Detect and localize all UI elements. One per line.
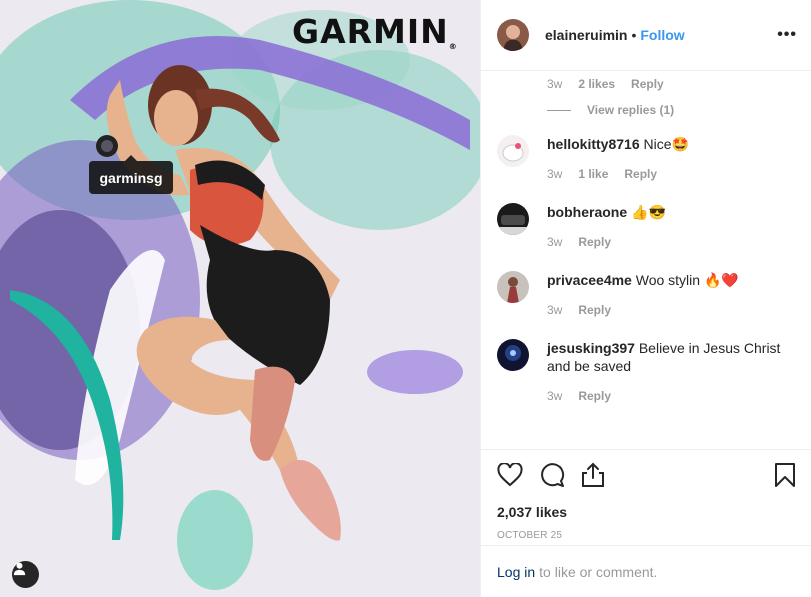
user-tag-bubble[interactable]: garminsg: [89, 155, 173, 194]
comment-likes[interactable]: 1 like: [578, 167, 608, 181]
comment-item: privacee4me Woo stylin 🔥❤️ 3w Reply: [497, 271, 796, 317]
reply-button[interactable]: Reply: [578, 389, 611, 403]
comments-list[interactable]: 3w 2 likes Reply View replies (1) hellok…: [481, 71, 811, 449]
comment-username[interactable]: jesusking397: [547, 340, 635, 356]
comment-text: jesusking397 Believe in Jesus Christ and…: [547, 339, 787, 375]
heart-icon[interactable]: [497, 463, 523, 487]
reply-button[interactable]: Reply: [631, 77, 664, 91]
comment-meta: 3w 1 like Reply: [547, 167, 787, 181]
action-icons: [497, 462, 796, 488]
post-actions: 2,037 likes OCTOBER 25: [481, 449, 811, 545]
comment-body: Woo stylin 🔥❤️: [635, 272, 739, 288]
comment-username[interactable]: privacee4me: [547, 272, 632, 288]
login-prompt: Log in to like or comment.: [481, 545, 811, 597]
comment-meta: 3w Reply: [547, 235, 787, 249]
avatar-image: [497, 19, 529, 51]
comment-username[interactable]: bobheraone: [547, 204, 627, 220]
person-icon[interactable]: [12, 561, 39, 588]
comment-item: jesusking397 Believe in Jesus Christ and…: [497, 339, 796, 403]
post-image-artwork: [0, 0, 480, 590]
avatar-image: [497, 203, 529, 235]
avatar[interactable]: [497, 203, 529, 235]
view-replies-button[interactable]: View replies (1): [547, 103, 796, 117]
login-link[interactable]: Log in: [497, 564, 535, 580]
avatar-image: [497, 271, 529, 303]
reply-button[interactable]: Reply: [578, 303, 611, 317]
separator-dot: •: [631, 27, 637, 43]
follow-button[interactable]: Follow: [640, 27, 684, 43]
post-header: elaineruimin • Follow •••: [481, 0, 811, 71]
avatar[interactable]: [497, 19, 529, 51]
share-icon-glyph: [582, 462, 604, 487]
avatar[interactable]: [497, 271, 529, 303]
comment-time: 3w: [547, 77, 563, 91]
comment-meta: 3w 2 likes Reply: [547, 77, 796, 91]
avatar-image: [497, 339, 529, 371]
heart-icon-glyph: [497, 463, 523, 487]
share-icon[interactable]: [581, 462, 605, 488]
post-author-username[interactable]: elaineruimin: [545, 27, 627, 43]
comment-time: 3w: [547, 389, 563, 403]
brand-logo-registered-mark: ®: [448, 42, 458, 51]
comment-text: bobheraone 👍😎: [547, 203, 787, 221]
view-replies-label: View replies (1): [587, 103, 675, 117]
brand-logo: GARMIN®: [292, 12, 458, 51]
comment-time: 3w: [547, 303, 563, 317]
comment-bubble-icon-glyph: [541, 463, 565, 487]
divider-line: [547, 109, 571, 111]
comment-bubble-icon[interactable]: [539, 462, 565, 488]
comment-time: 3w: [547, 235, 563, 249]
comment-item: hellokitty8716 Nice🤩 3w 1 like Reply: [497, 135, 796, 181]
avatar[interactable]: [497, 135, 529, 167]
avatar[interactable]: [497, 339, 529, 371]
comment-meta: 3w Reply: [547, 389, 787, 403]
likes-count[interactable]: 2,037 likes: [497, 504, 796, 520]
comment-text: hellokitty8716 Nice🤩: [547, 135, 787, 153]
person-icon-glyph: [13, 562, 26, 576]
reply-button[interactable]: Reply: [578, 235, 611, 249]
login-prompt-text: to like or comment.: [539, 563, 658, 580]
user-tag-label: garminsg: [99, 169, 163, 186]
comment-item: bobheraone 👍😎 3w Reply: [497, 203, 796, 249]
comment-likes[interactable]: 2 likes: [578, 77, 615, 91]
brand-logo-text: GARMIN: [292, 12, 449, 51]
comment-time: 3w: [547, 167, 563, 181]
comment-meta: 3w Reply: [547, 303, 787, 317]
post-date: OCTOBER 25: [497, 530, 563, 541]
comment-username[interactable]: hellokitty8716: [547, 136, 640, 152]
bookmark-icon[interactable]: [774, 462, 796, 488]
comment-text: privacee4me Woo stylin 🔥❤️: [547, 271, 787, 289]
comment-body: 👍😎: [631, 204, 666, 220]
post-image[interactable]: GARMIN® garminsg: [0, 0, 480, 597]
avatar-image: [497, 135, 529, 167]
reply-button[interactable]: Reply: [624, 167, 657, 181]
post-sidebar: elaineruimin • Follow ••• 3w 2 likes Rep…: [480, 0, 811, 597]
bookmark-icon-glyph: [775, 463, 795, 487]
more-options-icon[interactable]: •••: [777, 26, 797, 44]
comment-body: Nice🤩: [643, 136, 689, 152]
